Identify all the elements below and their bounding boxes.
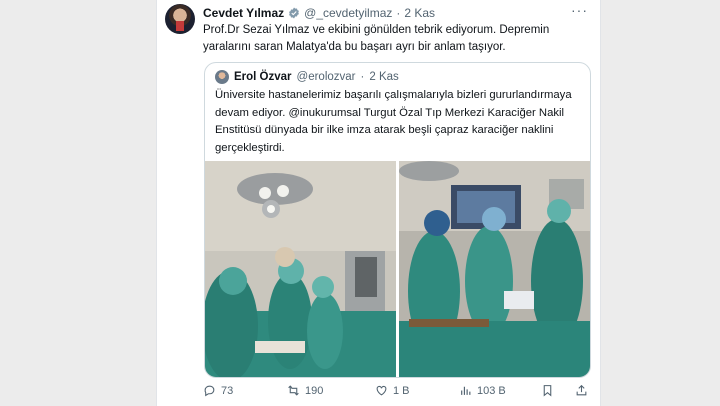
- quoted-author-handle[interactable]: @erolozvar: [297, 71, 356, 83]
- bookmark-icon: [543, 385, 552, 397]
- more-horizontal-icon[interactable]: ···: [571, 2, 588, 18]
- action-bar: 73 190 1 B 103 B: [203, 384, 593, 402]
- like-count: 1 B: [393, 384, 410, 397]
- author-name[interactable]: Cevdet Yılmaz: [203, 6, 284, 20]
- tweet-card[interactable]: Cevdet Yılmaz @_cevdetyilmaz · 2 Kas ···…: [156, 0, 601, 406]
- tweet-text: Prof.Dr Sezai Yılmaz ve ekibini gönülden…: [203, 24, 550, 53]
- reply-button[interactable]: 73: [203, 384, 233, 397]
- media-grid: [205, 161, 590, 377]
- surgery-photo-2[interactable]: [399, 161, 590, 377]
- retweet-count: 190: [305, 384, 324, 397]
- heart-icon: [376, 385, 387, 396]
- reply-icon: [204, 385, 215, 397]
- quoted-tweet-text: Üniversite hastanelerimiz başarılı çalış…: [215, 89, 572, 154]
- quoted-author-avatar[interactable]: [215, 70, 229, 84]
- surgery-photo-1[interactable]: [205, 161, 396, 377]
- separator-dot: ·: [396, 6, 401, 20]
- retweet-button[interactable]: 190: [287, 384, 323, 397]
- author-avatar[interactable]: [165, 4, 195, 34]
- tweet-time[interactable]: 2 Kas: [404, 6, 435, 20]
- views-chart-icon: [461, 386, 471, 395]
- quoted-author-name[interactable]: Erol Özvar: [234, 71, 292, 83]
- quoted-tweet-time[interactable]: 2 Kas: [369, 71, 398, 83]
- bookmark-button[interactable]: [541, 384, 554, 397]
- quoted-separator-dot: ·: [360, 71, 365, 83]
- views-button[interactable]: 103 B: [459, 384, 506, 397]
- share-button[interactable]: [575, 384, 588, 397]
- quoted-tweet-header: Erol Özvar @erolozvar · 2 Kas: [215, 70, 399, 84]
- author-handle[interactable]: @_cevdetyilmaz: [304, 6, 392, 20]
- quoted-tweet[interactable]: Erol Özvar @erolozvar · 2 Kas Üniversite…: [204, 62, 591, 378]
- views-count: 103 B: [477, 384, 506, 397]
- like-button[interactable]: 1 B: [375, 384, 410, 397]
- tweet-header: Cevdet Yılmaz @_cevdetyilmaz · 2 Kas: [203, 5, 590, 21]
- share-icon: [576, 384, 587, 396]
- verified-badge-icon: [289, 7, 300, 19]
- reply-count: 73: [221, 384, 234, 397]
- retweet-icon: [288, 385, 299, 396]
